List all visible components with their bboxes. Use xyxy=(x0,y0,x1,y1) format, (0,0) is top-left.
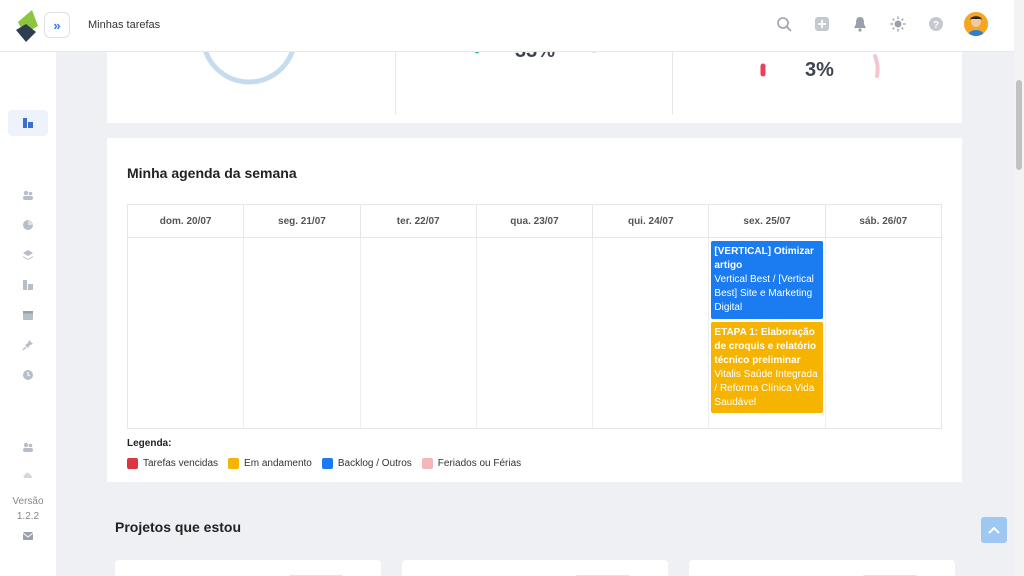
legend-item: Feriados ou Férias xyxy=(421,458,522,469)
day-header[interactable]: qui. 24/07 xyxy=(593,205,710,237)
calendar-event[interactable]: [VERTICAL] Otimizar artigo Vertical Best… xyxy=(711,241,823,319)
stats-card: 33% 3% xyxy=(107,32,962,123)
agenda-title: Minha agenda da semana xyxy=(127,165,297,181)
calendar-header: dom. 20/07 seg. 21/07 ter. 22/07 qua. 23… xyxy=(128,205,941,238)
event-title: ETAPA 1: Elaboração de croquis e relatór… xyxy=(714,327,817,366)
day-column[interactable] xyxy=(361,238,477,428)
day-column[interactable] xyxy=(593,238,710,428)
day-column[interactable] xyxy=(477,238,594,428)
scrollbar-thumb[interactable] xyxy=(1016,80,1022,170)
plus-icon[interactable] xyxy=(812,14,832,34)
svg-text:?: ? xyxy=(933,20,939,31)
pin-icon xyxy=(22,340,33,351)
event-title: [VERTICAL] Otimizar artigo xyxy=(714,246,814,271)
day-column[interactable]: [VERTICAL] Otimizar artigo Vertical Best… xyxy=(709,238,826,428)
day-header[interactable]: dom. 20/07 xyxy=(128,205,245,237)
project-card[interactable] xyxy=(689,560,955,576)
version-number: 1.2.2 xyxy=(16,511,40,522)
project-card[interactable] xyxy=(402,560,668,576)
legend-label: Backlog / Outros xyxy=(337,458,412,469)
legend-label: Em andamento xyxy=(244,458,312,469)
version-label: Versão xyxy=(12,496,44,507)
legend-item: Tarefas vencidas xyxy=(127,458,218,469)
legend-item: Backlog / Outros xyxy=(321,458,412,469)
pie-chart-icon xyxy=(23,220,33,230)
sun-icon[interactable] xyxy=(888,14,908,34)
day-column[interactable] xyxy=(244,238,361,428)
legend-label: Feriados ou Férias xyxy=(437,458,522,469)
sidebar-item-projects[interactable] xyxy=(8,274,48,296)
help-icon[interactable]: ? xyxy=(926,14,946,34)
users-icon xyxy=(23,190,33,200)
cloud-icon xyxy=(23,472,33,478)
day-header[interactable]: sáb. 26/07 xyxy=(826,205,941,237)
day-header[interactable]: qua. 23/07 xyxy=(477,205,594,237)
legend-swatch xyxy=(228,458,240,469)
legend-swatch xyxy=(421,458,433,469)
top-bar: » Minhas tarefas ? xyxy=(0,0,1014,52)
sidebar-item-messages[interactable] xyxy=(8,525,48,547)
week-calendar: dom. 20/07 seg. 21/07 ter. 22/07 qua. 23… xyxy=(127,204,942,429)
sidebar-item-cloud[interactable] xyxy=(8,464,48,486)
calendar-event[interactable]: ETAPA 1: Elaboração de croquis e relatór… xyxy=(711,322,823,413)
sidebar-item-tasks[interactable] xyxy=(8,110,48,136)
page-scrollbar[interactable] xyxy=(1014,0,1024,576)
sidebar: Versão 1.2.2 xyxy=(0,52,56,576)
event-subtitle: Vertical Best / [Vertical Best] Site e M… xyxy=(714,274,814,313)
project-card[interactable] xyxy=(115,560,381,576)
sidebar-item-history[interactable] xyxy=(8,364,48,386)
avatar[interactable] xyxy=(964,12,988,36)
event-subtitle: Vitalis Saúde Integrada / Reforma Clínic… xyxy=(714,369,818,408)
double-chevron-right-icon: » xyxy=(53,17,61,33)
building-icon xyxy=(23,280,33,290)
mail-icon xyxy=(22,532,34,540)
scroll-to-top-button[interactable] xyxy=(981,517,1007,543)
app-logo[interactable] xyxy=(14,8,42,44)
sidebar-item-calendar[interactable] xyxy=(8,304,48,326)
legend-item: Em andamento xyxy=(228,458,312,469)
clock-icon xyxy=(23,370,33,380)
day-header[interactable]: ter. 22/07 xyxy=(361,205,477,237)
legend-label: Tarefas vencidas xyxy=(143,458,219,469)
legend-swatch xyxy=(127,458,138,469)
sidebar-item-team[interactable] xyxy=(8,184,48,206)
legend-swatch xyxy=(321,458,333,469)
bell-icon[interactable] xyxy=(850,14,870,34)
sidebar-item-pinned[interactable] xyxy=(8,334,48,356)
calendar-icon xyxy=(23,311,33,320)
sidebar-item-admin-users[interactable] xyxy=(8,436,48,458)
sidebar-item-reports[interactable] xyxy=(8,214,48,236)
legend-title: Legenda: xyxy=(127,438,172,449)
day-header[interactable]: sex. 25/07 xyxy=(709,205,826,237)
chevron-up-icon xyxy=(988,526,1000,534)
day-column[interactable] xyxy=(826,238,941,428)
sidebar-item-layers[interactable] xyxy=(8,244,48,266)
agenda-card: Minha agenda da semana dom. 20/07 seg. 2… xyxy=(107,138,962,482)
day-column[interactable] xyxy=(128,238,245,428)
projects-title: Projetos que estou xyxy=(115,519,242,535)
layers-icon xyxy=(23,250,33,260)
legend: Tarefas vencidas Em andamento Backlog / … xyxy=(127,458,521,469)
user-group-icon xyxy=(23,442,33,452)
search-icon[interactable] xyxy=(774,14,794,34)
page-title: Minhas tarefas xyxy=(88,19,161,31)
tasks-icon xyxy=(23,118,33,128)
third-percentage: 3% xyxy=(805,59,834,81)
expand-sidebar-button[interactable]: » xyxy=(44,12,70,38)
day-header[interactable]: seg. 21/07 xyxy=(244,205,361,237)
